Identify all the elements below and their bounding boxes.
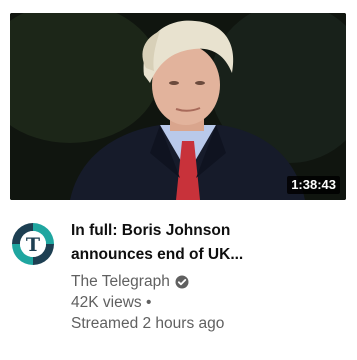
thumbnail-image (10, 13, 346, 200)
video-card[interactable]: 1:38:43 T In full: Boris Johnson announc… (0, 0, 357, 360)
telegraph-logo-icon: T (10, 221, 56, 267)
channel-name-row[interactable]: The Telegraph (71, 271, 346, 292)
video-title[interactable]: In full: Boris Johnson announces end of … (71, 219, 346, 267)
video-meta: In full: Boris Johnson announces end of … (71, 219, 346, 334)
video-title-line2: announces end of UK... (71, 246, 244, 263)
duration-badge: 1:38:43 (287, 176, 340, 194)
channel-name: The Telegraph (71, 273, 170, 290)
channel-avatar[interactable]: T (10, 221, 56, 267)
video-title-line1: In full: Boris Johnson (71, 222, 231, 239)
svg-text:T: T (26, 234, 40, 256)
stream-time: Streamed 2 hours ago (71, 315, 225, 332)
video-thumbnail[interactable]: 1:38:43 (10, 13, 346, 200)
verified-check-icon (175, 275, 189, 289)
view-count: 42K views • (71, 294, 152, 311)
